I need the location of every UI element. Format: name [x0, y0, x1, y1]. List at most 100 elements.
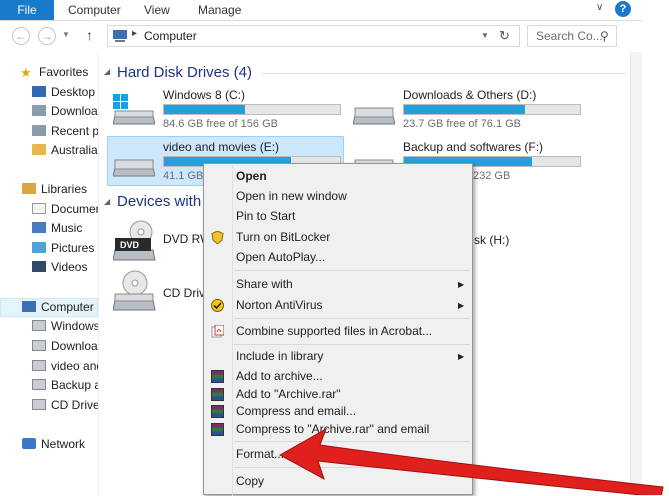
nav-item-videos[interactable]: Videos — [32, 258, 98, 276]
menu-item-open-new-window[interactable]: Open in new window — [206, 187, 470, 206]
back-button[interactable]: ← — [12, 27, 30, 45]
nav-favorites[interactable]: ★ Favorites — [20, 63, 100, 81]
nav-label: Downloads — [51, 104, 98, 118]
menu-item-share-with[interactable]: Share with ▶ — [206, 275, 470, 294]
chevron-right-icon[interactable]: ▸ — [132, 28, 137, 39]
menu-item-pin-to-start[interactable]: Pin to Start — [206, 207, 470, 226]
nav-item-recent-places[interactable]: Recent places — [32, 122, 98, 140]
drive-d[interactable]: Downloads & Others (D:) 23.7 GB free of … — [353, 88, 585, 132]
address-bar[interactable]: ▸ Computer ▼ ↻ — [107, 25, 520, 47]
computer-icon — [113, 30, 127, 42]
drive-icon — [113, 159, 155, 177]
menu-item-label: Add to archive... — [236, 369, 323, 383]
tab-view[interactable]: View — [144, 0, 170, 20]
pane-divider — [98, 52, 99, 495]
recent-places-icon — [32, 125, 46, 136]
menu-item-acrobat[interactable]: Combine supported files in Acrobat... — [206, 322, 470, 341]
norton-icon — [211, 299, 224, 312]
nav-item-downloads[interactable]: Downloads — [32, 102, 98, 120]
refresh-button[interactable]: ↻ — [499, 28, 510, 44]
tab-computer[interactable]: Computer — [68, 0, 121, 20]
menu-item-open[interactable]: Open — [206, 167, 470, 186]
nav-item-drive-f[interactable]: Backup and softwares (F:) — [32, 376, 98, 394]
menu-separator — [234, 318, 470, 319]
search-input[interactable]: Search Co... ⚲ — [527, 25, 617, 47]
nav-label: CD Drive — [51, 398, 98, 412]
drive-name: video and movies (E:) — [163, 140, 280, 154]
drive-name: Backup and softwares (F:) — [403, 140, 544, 154]
libraries-icon — [22, 183, 36, 194]
nav-label: Desktop — [51, 85, 96, 99]
drive-icon — [353, 107, 395, 125]
help-button[interactable]: ? — [615, 1, 631, 17]
tab-file[interactable]: File — [0, 0, 54, 20]
group-divider — [262, 73, 627, 74]
nav-label: Libraries — [41, 182, 88, 196]
nav-libraries[interactable]: Libraries — [22, 180, 100, 198]
winrar-icon — [211, 423, 224, 436]
drive-icon — [32, 340, 46, 351]
menu-item-norton[interactable]: Norton AntiVirus ▶ — [206, 296, 470, 315]
recent-locations-button[interactable]: ▼ — [62, 30, 70, 39]
nav-item-australia[interactable]: Australia — [32, 141, 98, 159]
menu-item-autoplay[interactable]: Open AutoPlay... — [206, 248, 470, 267]
winrar-icon — [211, 405, 224, 418]
nav-item-documents[interactable]: Documents — [32, 200, 98, 218]
nav-label: Australia — [51, 143, 98, 157]
breadcrumb[interactable]: Computer — [144, 29, 197, 43]
nav-label: Favorites — [39, 65, 89, 79]
nav-item-drive-d[interactable]: Downloads & Others (D:) — [32, 337, 98, 355]
menu-separator — [234, 270, 470, 271]
nav-item-desktop[interactable]: Desktop — [32, 83, 98, 101]
music-icon — [32, 222, 46, 233]
nav-item-drive-e[interactable]: video and movies (E:) — [32, 357, 98, 375]
group-header-hard-disks[interactable]: Hard Disk Drives (4) — [117, 64, 252, 81]
submenu-arrow-icon: ▶ — [458, 352, 465, 361]
nav-label: Music — [51, 221, 83, 235]
nav-item-drive-c[interactable]: Windows 8 (C:) — [32, 317, 98, 335]
winrar-icon — [211, 388, 224, 401]
menu-item-bitlocker[interactable]: Turn on BitLocker — [206, 228, 470, 247]
nav-label: Documents — [51, 202, 98, 216]
drive-icon — [32, 360, 46, 371]
collapse-chevron-icon[interactable]: ◢ — [104, 197, 110, 206]
drive-usage-fill — [164, 105, 245, 114]
nav-computer[interactable]: Computer — [22, 298, 98, 316]
nav-item-pictures[interactable]: Pictures — [32, 239, 98, 257]
tab-manage[interactable]: Manage — [198, 0, 241, 20]
drive-c[interactable]: Windows 8 (C:) 84.6 GB free of 156 GB — [113, 88, 345, 132]
group-header-removable[interactable]: Devices with R — [117, 193, 216, 210]
drive-name: Windows 8 (C:) — [163, 88, 246, 102]
forward-button[interactable]: → — [38, 27, 56, 45]
chevron-down-icon[interactable]: ▼ — [481, 31, 489, 40]
nav-label: Videos — [51, 260, 88, 274]
cd-drive[interactable]: CD Drive — [113, 270, 212, 316]
nav-item-cd-drive[interactable]: CD Drive — [32, 396, 98, 414]
search-icon: ⚲ — [600, 29, 609, 43]
dvd-logo-text: DVD — [120, 240, 140, 250]
menu-item-add-archive[interactable]: Add to archive... — [206, 367, 470, 386]
dvd-drive[interactable]: DVD DVD RW — [113, 218, 211, 264]
documents-icon — [32, 203, 46, 214]
menu-item-label: Open AutoPlay... — [236, 250, 326, 264]
cd-drive-icon — [32, 399, 46, 410]
drive-icon — [32, 379, 46, 390]
submenu-arrow-icon: ▶ — [458, 280, 465, 289]
menu-item-label: Open in new window — [236, 189, 347, 203]
network-icon — [22, 438, 36, 449]
menu-item-label: Include in library — [236, 349, 324, 363]
winrar-icon — [211, 370, 224, 383]
collapse-chevron-icon[interactable]: ◢ — [104, 67, 110, 76]
windows-drive-icon — [113, 94, 155, 125]
drive-name-h[interactable]: sk (H:) — [474, 233, 509, 247]
drive-icon — [32, 320, 46, 331]
menu-item-include-library[interactable]: Include in library ▶ — [206, 347, 470, 366]
drive-usage-fill — [404, 105, 526, 114]
up-button[interactable]: ↑ — [86, 27, 93, 43]
chevron-down-icon[interactable]: ∨ — [596, 2, 608, 16]
nav-item-music[interactable]: Music — [32, 219, 98, 237]
nav-label: Downloads & Others (D:) — [51, 339, 98, 353]
nav-network[interactable]: Network — [22, 435, 98, 453]
drive-free-space: 41.1 GB — [163, 170, 204, 182]
nav-label: Recent places — [51, 124, 98, 138]
